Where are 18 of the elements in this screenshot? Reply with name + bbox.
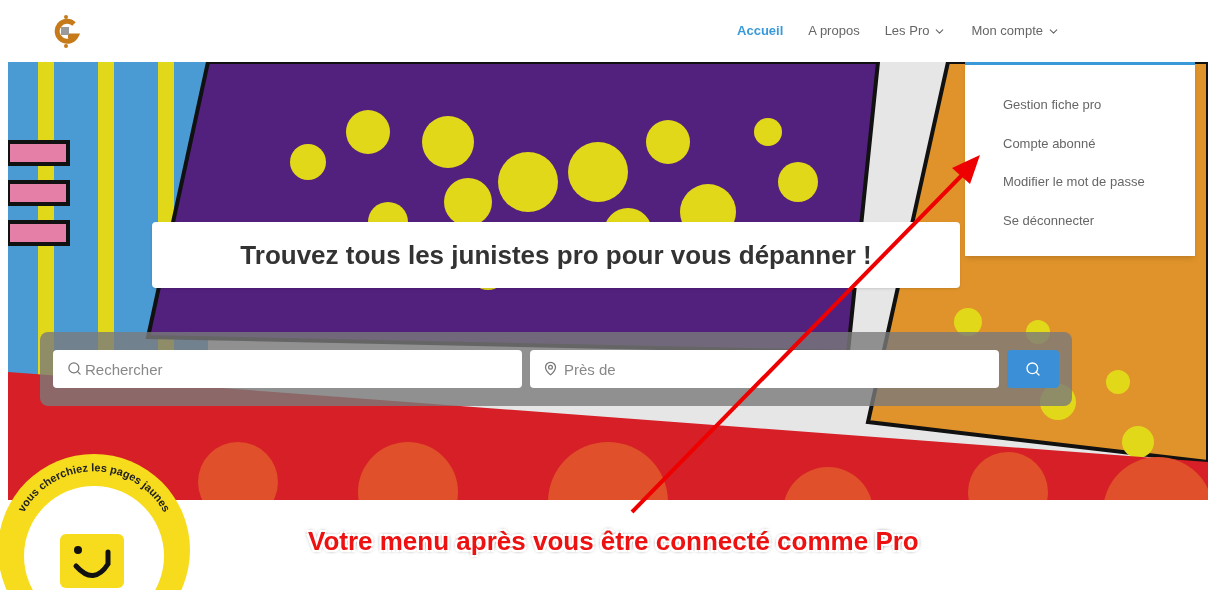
logo-icon[interactable] — [52, 14, 80, 48]
menu-item[interactable]: Modifier le mot de passe — [1003, 172, 1195, 192]
location-pin-icon — [543, 361, 558, 376]
menu-item[interactable]: Gestion fiche pro — [1003, 95, 1195, 115]
nav-link[interactable]: Les Pro — [884, 21, 947, 41]
search-icon — [67, 361, 82, 376]
menu-item[interactable]: Se déconnecter — [1003, 210, 1195, 230]
nav-link[interactable]: A propos — [808, 21, 860, 41]
smiley-icon — [60, 534, 124, 588]
search-icon — [1025, 361, 1041, 377]
search-field[interactable]: Rechercher — [53, 350, 522, 388]
search-button[interactable] — [1007, 350, 1059, 388]
menu-item[interactable]: Compte abonné — [1003, 133, 1195, 153]
nav-link[interactable]: Accueil — [737, 21, 784, 41]
nav-link[interactable]: Mon compte — [971, 21, 1060, 41]
location-field[interactable]: Près de — [530, 350, 999, 388]
annotation-caption: Votre menu après vous être connecté comme Pro — [308, 525, 919, 558]
hero-title: Trouvez tous les junistes pro pour vous dépanner ! — [152, 222, 960, 288]
